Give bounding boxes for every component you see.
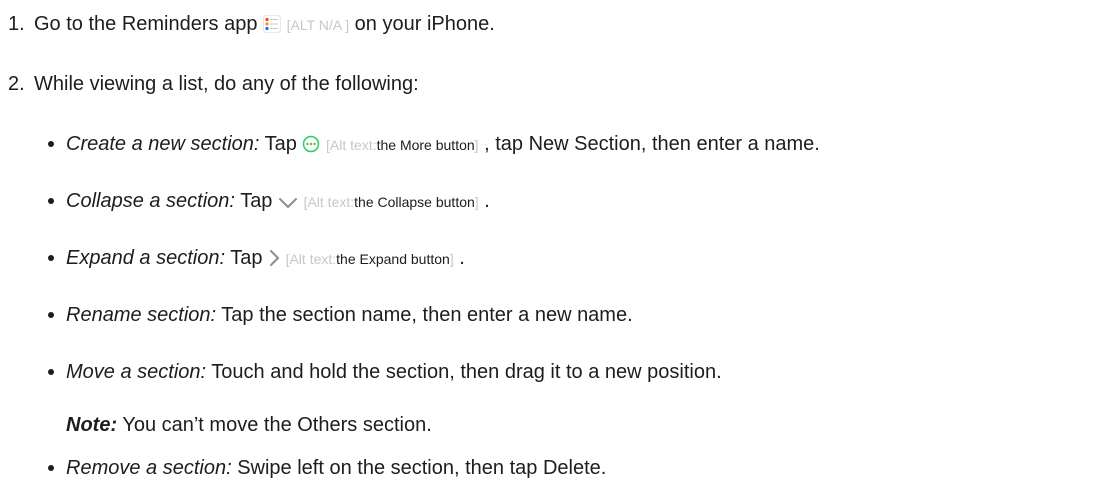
bullet-term: Move a section:	[66, 361, 207, 383]
step-2-number: 2.	[8, 73, 25, 95]
bullet-term: Collapse a section:	[66, 190, 235, 212]
alt-open: [Alt text:	[303, 194, 355, 210]
bullet-text: Tap the section name, then enter a new n…	[221, 304, 633, 326]
bullet-create-section: Create a new section: Tap [Alt text:the …	[66, 132, 820, 159]
note-text: You can’t move the Others section.	[122, 414, 432, 436]
bullet-dot	[48, 198, 54, 204]
step-2-text: While viewing a list, do any of the foll…	[34, 73, 419, 95]
step-1-alt-text: [ALT N/A ]	[286, 17, 350, 33]
more-circle-icon	[302, 135, 320, 159]
bullet-before: Tap	[240, 190, 273, 212]
bullet-dot	[48, 465, 54, 471]
step-1-after: on your iPhone.	[354, 13, 495, 35]
bullet-text: Touch and hold the section, then drag it…	[211, 361, 722, 383]
bullet-before: Tap	[230, 247, 263, 269]
alt-text: the Collapse button	[354, 194, 475, 210]
bullet-after: , tap New Section, then enter a name.	[484, 133, 820, 155]
alt-text: the Expand button	[336, 251, 450, 267]
chevron-down-icon	[278, 192, 298, 216]
bullet-rename-section: Rename section: Tap the section name, th…	[66, 303, 633, 327]
step-1-before: Go to the Reminders app	[34, 13, 258, 35]
note-label: Note:	[66, 414, 118, 436]
reminders-app-icon	[263, 15, 282, 39]
bullet-before: Tap	[264, 133, 297, 155]
bullet-remove-section: Remove a section: Swipe left on the sect…	[66, 456, 606, 480]
bullet-move-section: Move a section: Touch and hold the secti…	[66, 360, 722, 384]
note: Note: You can’t move the Others section.	[66, 413, 432, 437]
alt-text: the More button	[376, 137, 475, 153]
bullet-term: Rename section:	[66, 304, 217, 326]
bullet-dot	[48, 369, 54, 375]
bullet-dot	[48, 312, 54, 318]
alt-open: [Alt text:	[326, 137, 377, 153]
bullet-after: .	[459, 247, 465, 269]
step-1-number: 1.	[8, 13, 25, 35]
alt-open: [Alt text:	[285, 251, 337, 267]
chevron-right-icon	[268, 249, 280, 273]
alt-close: ]	[449, 251, 454, 267]
bullet-dot	[48, 141, 54, 147]
step-1-text: Go to the Reminders app [ALT N/A ] on yo…	[34, 12, 495, 39]
bullet-term: Expand a section:	[66, 247, 225, 269]
bullet-expand-section: Expand a section: Tap [Alt text:the Expa…	[66, 246, 465, 273]
bullet-after: .	[484, 190, 490, 212]
bullet-dot	[48, 255, 54, 261]
bullet-term: Create a new section:	[66, 133, 260, 155]
bullet-collapse-section: Collapse a section: Tap [Alt text:the Co…	[66, 189, 490, 216]
alt-close: ]	[474, 137, 479, 153]
alt-close: ]	[474, 194, 479, 210]
